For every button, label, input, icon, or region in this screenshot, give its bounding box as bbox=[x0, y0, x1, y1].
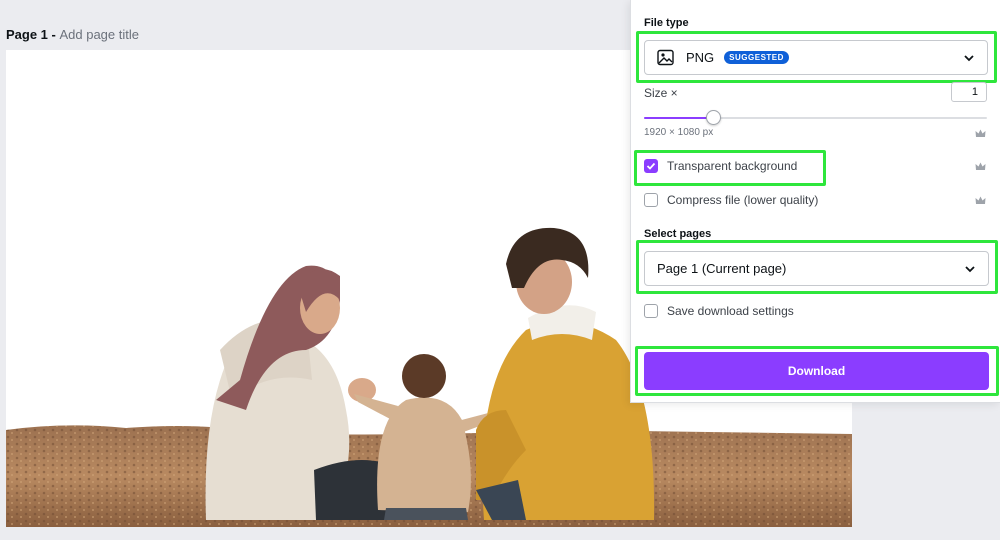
save-settings-option[interactable]: Save download settings bbox=[644, 304, 794, 318]
slider-thumb[interactable] bbox=[705, 110, 721, 125]
crown-icon bbox=[975, 162, 986, 170]
size-label: Size × bbox=[644, 86, 678, 100]
compress-file-option[interactable]: Compress file (lower quality) bbox=[644, 193, 818, 207]
size-slider[interactable] bbox=[644, 110, 987, 125]
download-button[interactable]: Download bbox=[644, 352, 989, 390]
checkmark-icon bbox=[646, 162, 656, 170]
file-type-label: File type bbox=[644, 17, 689, 29]
download-panel: File type PNG SUGGESTED Size × 1 1920 × … bbox=[630, 0, 1000, 403]
save-settings-label: Save download settings bbox=[667, 304, 794, 318]
transparent-background-label: Transparent background bbox=[667, 159, 798, 173]
chevron-down-icon bbox=[964, 54, 974, 61]
page-header: Page 1 - Add page title bbox=[6, 27, 139, 42]
file-type-value: PNG bbox=[686, 50, 715, 65]
select-pages-value: Page 1 (Current page) bbox=[657, 261, 787, 276]
chevron-down-icon bbox=[965, 265, 975, 272]
page-number-label: Page 1 - bbox=[6, 27, 60, 42]
file-type-select[interactable]: PNG SUGGESTED bbox=[644, 40, 988, 75]
crown-icon bbox=[975, 196, 986, 204]
compress-file-checkbox[interactable] bbox=[644, 193, 658, 207]
compress-file-label: Compress file (lower quality) bbox=[667, 193, 819, 207]
size-input[interactable]: 1 bbox=[951, 82, 987, 102]
transparent-background-checkbox[interactable] bbox=[644, 159, 658, 173]
save-settings-checkbox[interactable] bbox=[644, 304, 658, 318]
image-icon bbox=[657, 49, 674, 66]
add-page-title[interactable]: Add page title bbox=[59, 27, 139, 42]
select-pages-label: Select pages bbox=[644, 228, 712, 240]
suggested-badge: SUGGESTED bbox=[724, 51, 789, 64]
select-pages-dropdown[interactable]: Page 1 (Current page) bbox=[644, 251, 989, 286]
slider-fill bbox=[644, 117, 713, 119]
crown-icon bbox=[975, 129, 986, 137]
dimensions-text: 1920 × 1080 px bbox=[644, 127, 714, 138]
transparent-background-option[interactable]: Transparent background bbox=[644, 159, 797, 173]
